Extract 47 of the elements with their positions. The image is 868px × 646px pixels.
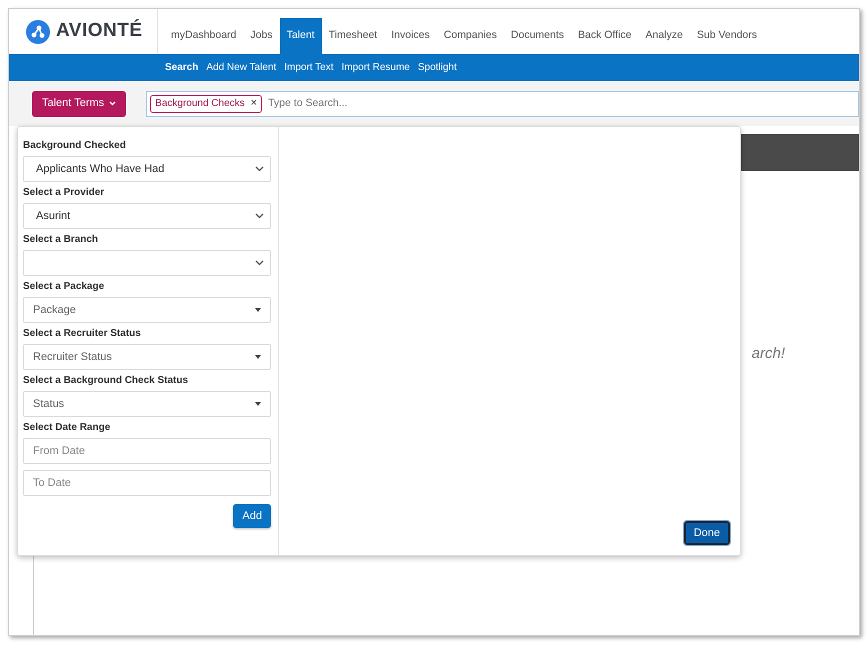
talent-terms-button[interactable]: Talent Terms <box>32 90 126 116</box>
dropdown-field[interactable]: Recruiter Status <box>23 344 271 370</box>
nav-tab[interactable]: Companies <box>436 18 504 54</box>
nav-tab[interactable]: Documents <box>504 18 571 54</box>
dropdown-field[interactable]: Status <box>23 391 271 417</box>
chevron-down-icon <box>109 101 116 106</box>
subnav-link[interactable]: Import Text <box>284 60 334 75</box>
nav-tab[interactable]: Back Office <box>571 18 638 54</box>
nav-tab[interactable]: Invoices <box>384 18 437 54</box>
select-field[interactable]: Applicants Who Have Had <box>23 156 271 182</box>
subnav-link[interactable]: Import Resume <box>342 60 410 75</box>
done-button[interactable]: Done <box>684 521 730 545</box>
chevron-down-icon <box>255 260 264 266</box>
caret-down-icon <box>255 355 261 359</box>
select-field[interactable] <box>23 250 271 276</box>
select-field[interactable]: Asurint <box>23 203 271 229</box>
nav-tab[interactable]: Jobs <box>243 18 280 54</box>
add-button[interactable]: Add <box>233 504 271 528</box>
tag-remove[interactable]: × <box>250 95 258 112</box>
date-field[interactable]: From Date <box>23 438 271 464</box>
nav-tab[interactable]: myDashboard <box>164 18 244 54</box>
chevron-down-icon <box>255 166 264 172</box>
field-label: Select a Provider <box>23 186 106 200</box>
field-label: Select a Branch <box>23 233 100 247</box>
subnav-link[interactable]: Search <box>165 60 198 75</box>
search-input[interactable]: Type to Search... <box>268 96 858 112</box>
nav-tab[interactable]: Analyze <box>638 18 690 54</box>
dropdown-field[interactable]: Package <box>23 297 271 323</box>
results-hint: arch! <box>752 344 785 364</box>
nav-tab[interactable]: Timesheet <box>322 18 384 54</box>
date-field[interactable]: To Date <box>23 470 271 496</box>
nav-tab[interactable]: Sub Vendors <box>690 18 764 54</box>
field-label: Select a Recruiter Status <box>23 327 142 341</box>
field-label: Select a Package <box>23 280 106 294</box>
caret-down-icon <box>255 308 261 312</box>
field-label: Select Date Range <box>23 421 112 435</box>
chevron-down-icon <box>255 213 264 219</box>
search-field[interactable]: Background Checks × Type to Search... <box>146 90 859 116</box>
caret-down-icon <box>255 402 261 406</box>
field-label: Background Checked <box>23 139 127 153</box>
logo-text: AVIONTÉ <box>56 18 143 44</box>
subnav-link[interactable]: Add New Talent <box>206 60 276 75</box>
field-label: Select a Background Check Status <box>23 374 190 388</box>
tag-label: Background Checks <box>155 97 245 111</box>
nav-tab[interactable]: Talent <box>280 18 322 54</box>
subnav-link[interactable]: Spotlight <box>418 60 457 75</box>
logo-icon <box>26 20 50 44</box>
